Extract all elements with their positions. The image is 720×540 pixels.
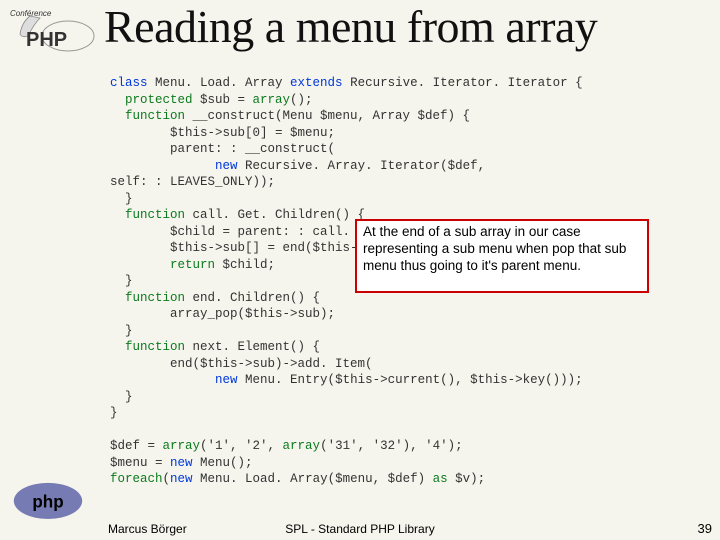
- php-logo-icon: php: [10, 480, 86, 522]
- svg-text:PHP: PHP: [26, 29, 67, 51]
- conference-php-logo-icon: Conférence PHP: [8, 6, 96, 64]
- page-number: 39: [698, 521, 712, 536]
- annotation-callout: At the end of a sub array in our case re…: [355, 219, 649, 293]
- slide-title: Reading a menu from array: [104, 0, 597, 53]
- footer-title: SPL - Standard PHP Library: [0, 522, 720, 536]
- svg-text:php: php: [32, 493, 63, 512]
- svg-text:Conférence: Conférence: [10, 9, 52, 18]
